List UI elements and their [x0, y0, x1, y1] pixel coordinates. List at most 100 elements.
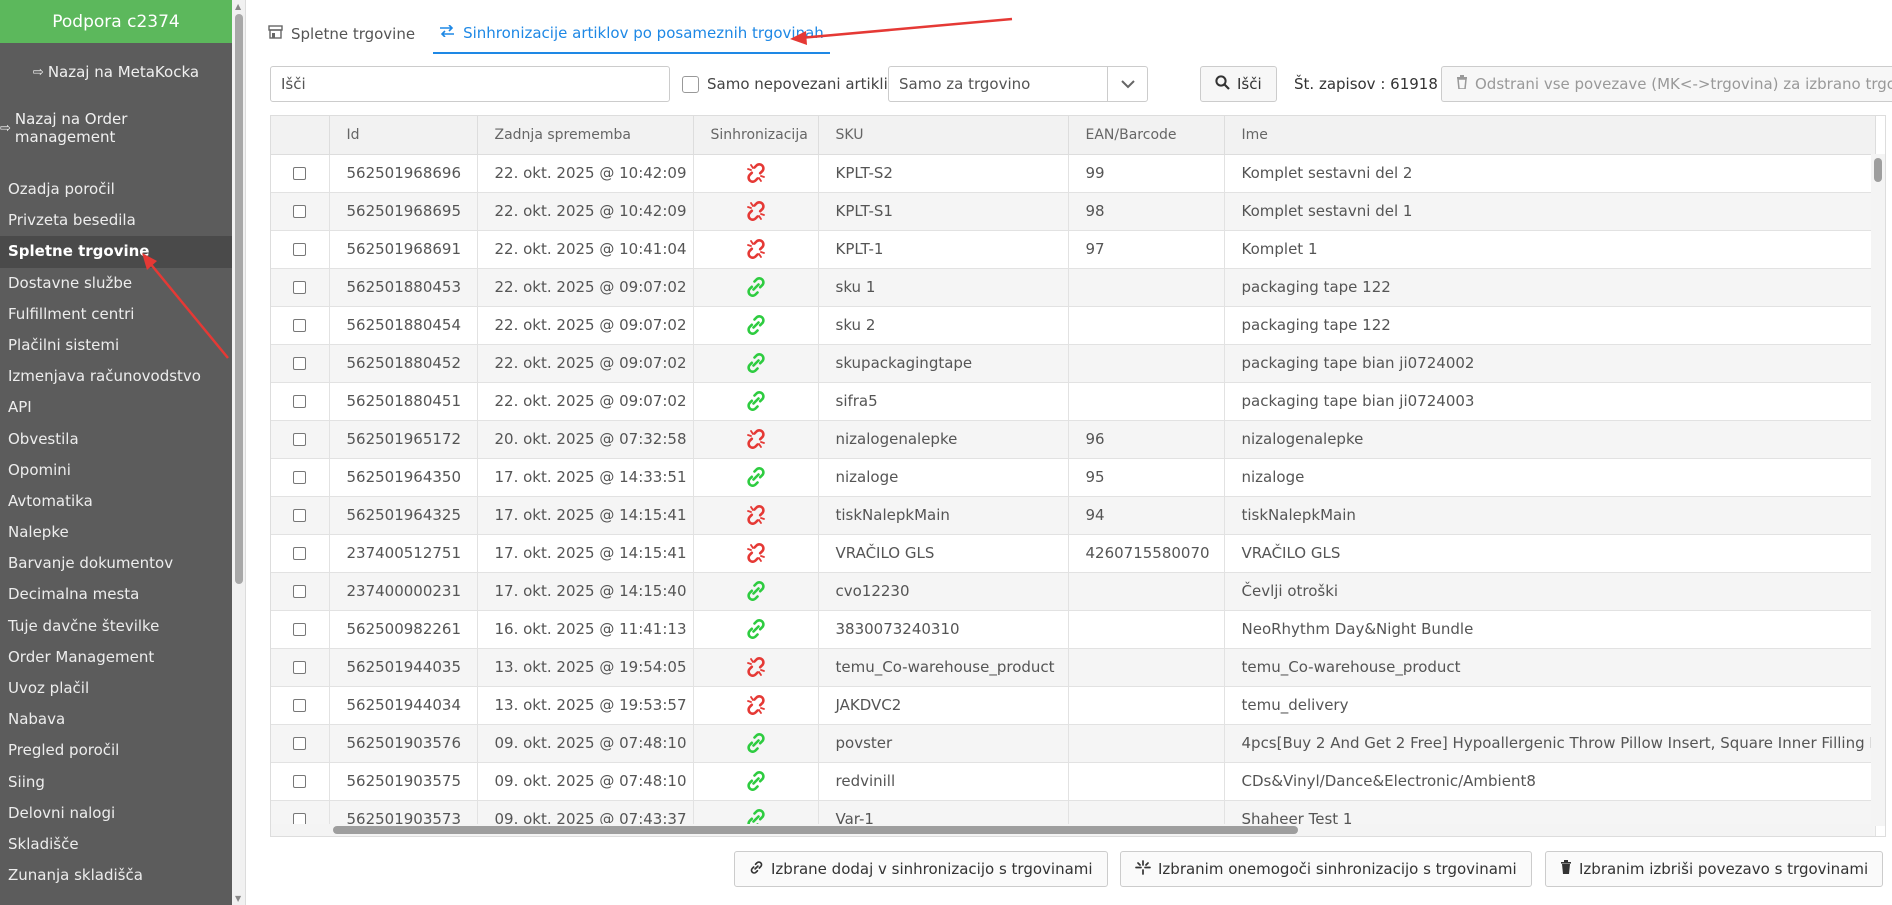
sidebar-item-fulfillment-centri[interactable]: Fulfillment centri — [0, 299, 232, 330]
table-row[interactable]: 562501880452 22. okt. 2025 @ 09:07:02 skup… — [271, 344, 1876, 383]
remove-all-links-button[interactable]: Odstrani vse povezave (MK<->trgovina) za… — [1441, 66, 1892, 102]
column-header-sku[interactable]: SKU — [818, 116, 1069, 155]
tab-sinhronizacije-artiklov[interactable]: Sinhronizacije artiklov po posameznih tr… — [433, 14, 830, 54]
sidebar-scrollbar-thumb[interactable] — [235, 14, 243, 584]
checkbox[interactable] — [293, 775, 307, 788]
row-select-checkbox[interactable] — [271, 382, 330, 421]
checkbox[interactable] — [293, 509, 307, 522]
row-select-checkbox[interactable] — [271, 420, 330, 459]
table-row[interactable]: 237400512751 17. okt. 2025 @ 14:15:41 VRAČ… — [271, 534, 1876, 573]
store-select[interactable]: Samo za trgovino — [888, 66, 1148, 102]
checkbox[interactable] — [293, 357, 307, 370]
table-row[interactable]: 562501965172 20. okt. 2025 @ 07:32:58 niza… — [271, 420, 1876, 459]
sidebar-item-izmenjava-racunovodstvo[interactable]: Izmenjava računovodstvo — [0, 361, 232, 392]
checkbox[interactable] — [293, 205, 307, 218]
row-select-checkbox[interactable] — [271, 344, 330, 383]
add-to-sync-button[interactable]: Izbrane dodaj v sinhronizacijo s trgovin… — [734, 851, 1108, 887]
sidebar-item-decimalna-mesta[interactable]: Decimalna mesta — [0, 579, 232, 610]
sync-broken-link-icon[interactable] — [744, 543, 768, 563]
row-select-checkbox[interactable] — [271, 610, 330, 649]
table-row[interactable]: 562501880451 22. okt. 2025 @ 09:07:02 sifr… — [271, 382, 1876, 421]
sidebar-item-api[interactable]: API — [0, 392, 232, 423]
chevron-down-icon[interactable] — [1107, 67, 1147, 101]
checkbox[interactable] — [293, 623, 307, 636]
sync-broken-link-icon[interactable] — [744, 695, 768, 715]
row-select-checkbox[interactable] — [271, 458, 330, 497]
checkbox[interactable] — [293, 319, 307, 332]
table-row[interactable]: 562501968695 22. okt. 2025 @ 10:42:09 KPLT… — [271, 192, 1876, 231]
disable-sync-button[interactable]: Izbranim onemogoči sinhronizacijo s trgo… — [1120, 851, 1532, 887]
sidebar-item-delovni-nalogi[interactable]: Delovni nalogi — [0, 798, 232, 829]
scroll-up-arrow-icon[interactable]: ▲ — [235, 2, 241, 11]
row-select-checkbox[interactable] — [271, 496, 330, 535]
table-row[interactable]: 562501964350 17. okt. 2025 @ 14:33:51 niza… — [271, 458, 1876, 497]
row-select-checkbox[interactable] — [271, 724, 330, 763]
only-unlinked-checkbox[interactable] — [682, 75, 699, 93]
table-row[interactable]: 562501903576 09. okt. 2025 @ 07:48:10 povs… — [271, 724, 1876, 763]
sync-linked-icon[interactable] — [744, 353, 768, 373]
grid-horizontal-scrollbar-thumb[interactable] — [333, 826, 1298, 834]
row-select-checkbox[interactable] — [271, 762, 330, 801]
row-select-checkbox[interactable] — [271, 648, 330, 687]
sync-broken-link-icon[interactable] — [744, 201, 768, 221]
table-row[interactable]: 562501880453 22. okt. 2025 @ 09:07:02 sku … — [271, 268, 1876, 307]
row-select-checkbox[interactable] — [271, 230, 330, 269]
row-select-checkbox[interactable] — [271, 306, 330, 345]
grid-horizontal-scrollbar[interactable] — [271, 824, 1873, 836]
row-select-checkbox[interactable] — [271, 192, 330, 231]
row-select-checkbox[interactable] — [271, 154, 330, 193]
sync-linked-icon[interactable] — [744, 391, 768, 411]
row-select-checkbox[interactable] — [271, 572, 330, 611]
sync-linked-icon[interactable] — [744, 771, 768, 791]
scroll-down-arrow-icon[interactable]: ▼ — [235, 894, 241, 903]
table-row[interactable]: 562501964325 17. okt. 2025 @ 14:15:41 tisk… — [271, 496, 1876, 535]
checkbox[interactable] — [293, 737, 307, 750]
sidebar-item-ozadja-porocil[interactable]: Ozadja poročil — [0, 174, 232, 205]
sidebar-item-order-management[interactable]: Order Management — [0, 642, 232, 673]
sync-linked-icon[interactable] — [744, 581, 768, 601]
sync-linked-icon[interactable] — [744, 467, 768, 487]
checkbox[interactable] — [293, 585, 307, 598]
back-to-metakocka-link[interactable]: ⇨ Nazaj na MetaKocka — [0, 60, 232, 84]
checkbox[interactable] — [293, 547, 307, 560]
checkbox[interactable] — [293, 167, 307, 180]
table-row[interactable]: 562501968696 22. okt. 2025 @ 10:42:09 KPLT… — [271, 154, 1876, 193]
sidebar-item-opomini[interactable]: Opomini — [0, 455, 232, 486]
grid-vertical-scrollbar-thumb[interactable] — [1874, 158, 1882, 182]
table-row[interactable]: 562501968691 22. okt. 2025 @ 10:41:04 KPLT… — [271, 230, 1876, 269]
sidebar-item-nabava[interactable]: Nabava — [0, 704, 232, 735]
sidebar-item-placilni-sistemi[interactable]: Plačilni sistemi — [0, 330, 232, 361]
checkbox[interactable] — [293, 471, 307, 484]
table-row[interactable]: 562500982261 16. okt. 2025 @ 11:41:13 3830… — [271, 610, 1876, 649]
sidebar-item-nalepke[interactable]: Nalepke — [0, 517, 232, 548]
sync-broken-link-icon[interactable] — [744, 163, 768, 183]
sidebar-item-tuje-davcne-stevilke[interactable]: Tuje davčne številke — [0, 611, 232, 642]
sidebar-item-siing[interactable]: Siing — [0, 767, 232, 798]
sync-linked-icon[interactable] — [744, 315, 768, 335]
sync-linked-icon[interactable] — [744, 619, 768, 639]
delete-link-button[interactable]: Izbranim izbriši povezavo s trgovinami — [1545, 851, 1884, 887]
sync-broken-link-icon[interactable] — [744, 239, 768, 259]
sidebar-item-dostavne-sluzbe[interactable]: Dostavne službe — [0, 268, 232, 299]
column-header-ean[interactable]: EAN/Barcode — [1068, 116, 1225, 155]
column-header-id[interactable]: Id — [329, 116, 478, 155]
column-header-select[interactable] — [271, 116, 330, 155]
table-row[interactable]: 562501903575 09. okt. 2025 @ 07:48:10 redv… — [271, 762, 1876, 801]
column-header-name[interactable]: Ime — [1224, 116, 1876, 155]
checkbox[interactable] — [293, 281, 307, 294]
sync-broken-link-icon[interactable] — [744, 505, 768, 525]
sidebar-item-spletne-trgovine[interactable]: Spletne trgovine — [0, 236, 232, 268]
checkbox[interactable] — [293, 699, 307, 712]
sync-broken-link-icon[interactable] — [744, 657, 768, 677]
checkbox[interactable] — [293, 661, 307, 674]
back-to-order-management-link[interactable]: ⇨ Nazaj na Order management — [0, 110, 232, 146]
table-row[interactable]: 237400000231 17. okt. 2025 @ 14:15:40 cvo1… — [271, 572, 1876, 611]
sidebar-item-obvestila[interactable]: Obvestila — [0, 424, 232, 455]
grid-vertical-scrollbar[interactable] — [1871, 154, 1885, 826]
sidebar-item-pregled-porocil[interactable]: Pregled poročil — [0, 735, 232, 766]
column-header-last-change[interactable]: Zadnja sprememba — [477, 116, 694, 155]
checkbox[interactable] — [293, 243, 307, 256]
checkbox[interactable] — [293, 395, 307, 408]
search-button[interactable]: Išči — [1200, 66, 1277, 102]
row-select-checkbox[interactable] — [271, 268, 330, 307]
